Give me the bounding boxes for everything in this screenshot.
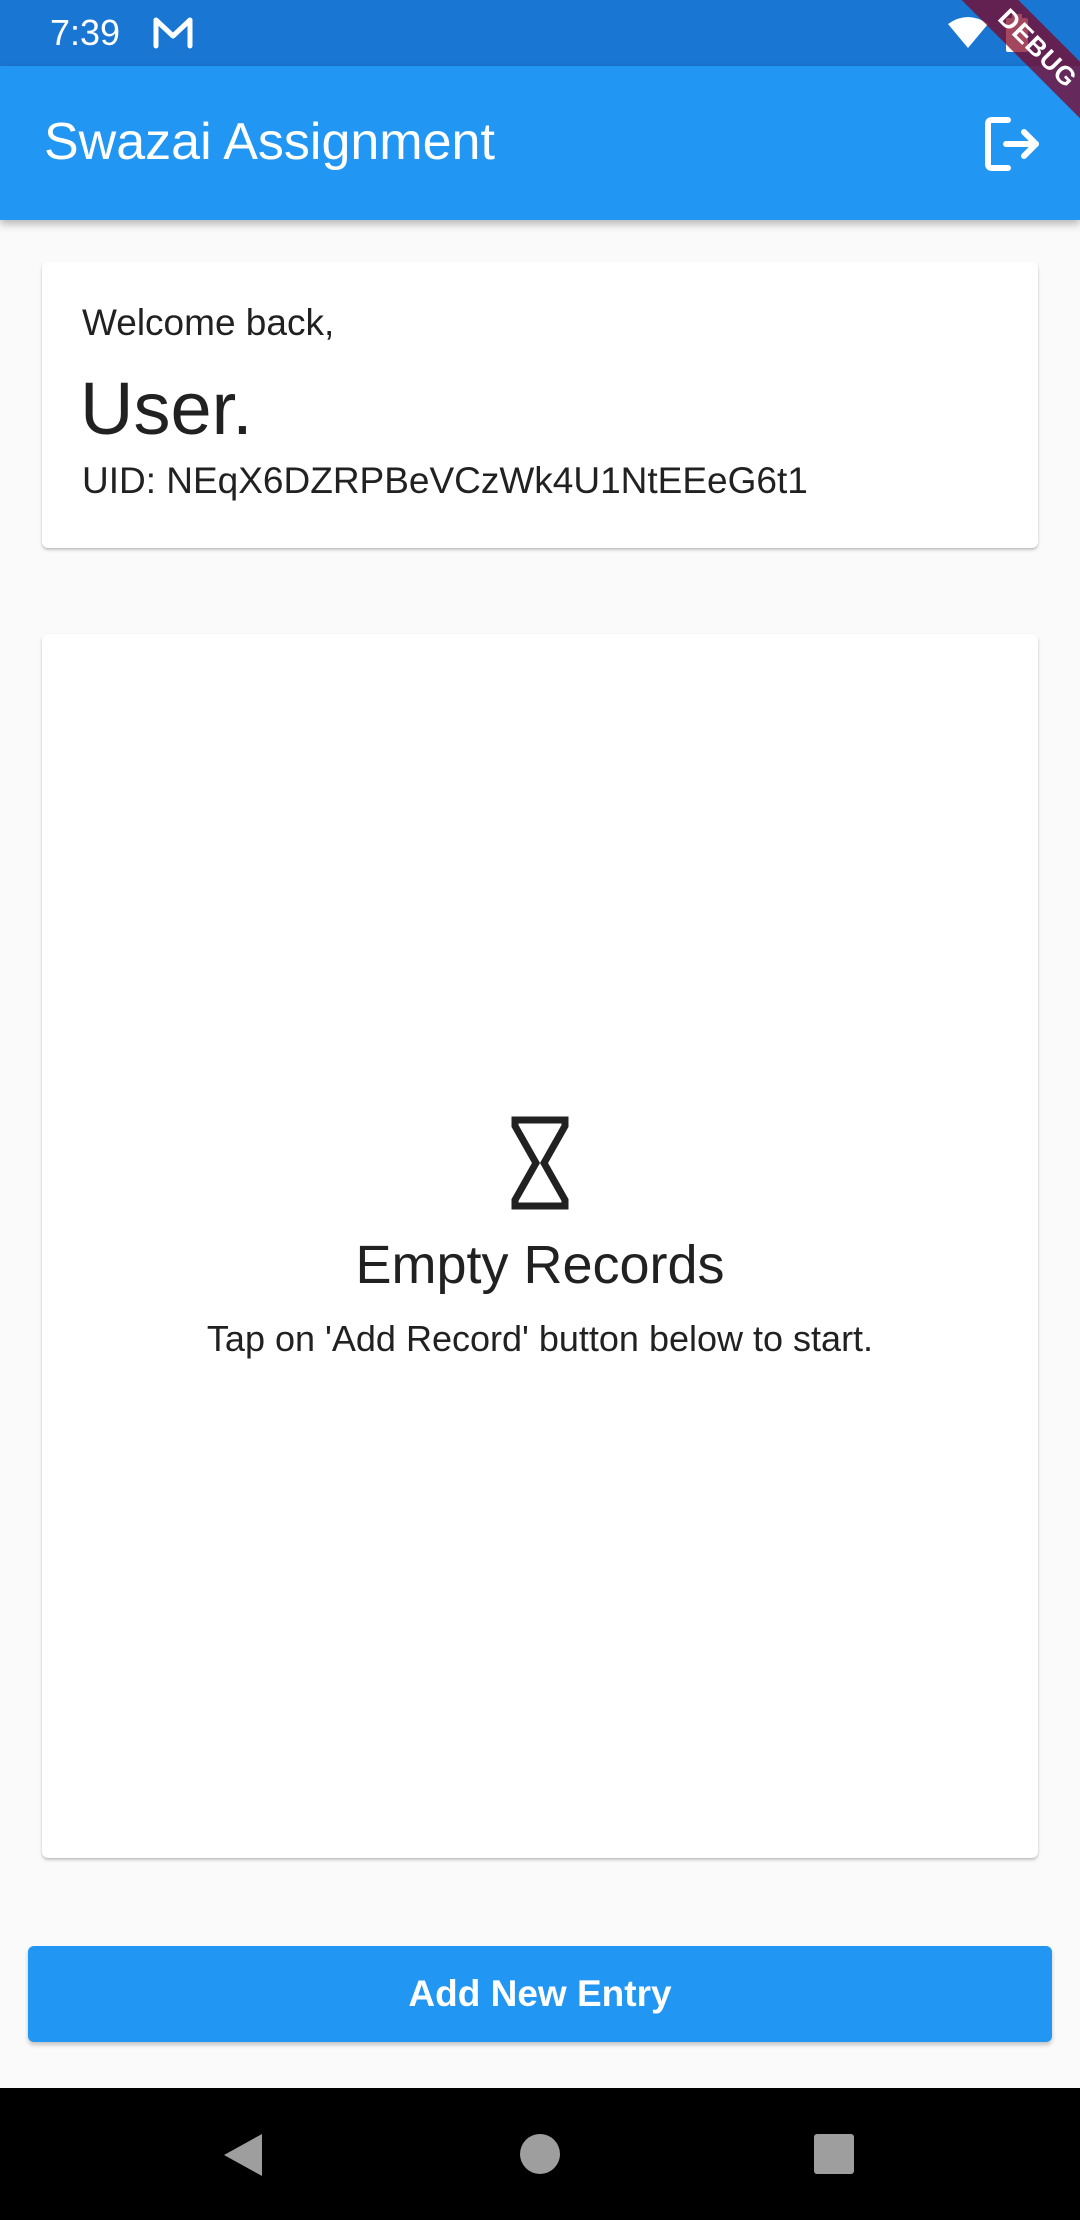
add-new-entry-button[interactable]: Add New Entry bbox=[28, 1946, 1052, 2042]
home-icon[interactable] bbox=[520, 2134, 560, 2174]
welcome-card: Welcome back, User. UID: NEqX6DZRPBeVCzW… bbox=[42, 262, 1038, 548]
empty-state: Empty Records Tap on 'Add Record' button… bbox=[42, 1116, 1038, 1362]
empty-records-title: Empty Records bbox=[355, 1235, 725, 1295]
mail-icon bbox=[153, 17, 193, 49]
recents-icon[interactable] bbox=[814, 2134, 854, 2174]
records-card: Empty Records Tap on 'Add Record' button… bbox=[42, 634, 1038, 1858]
app-title: Swazai Assignment bbox=[44, 113, 495, 171]
app-bar: Swazai Assignment bbox=[0, 66, 1080, 220]
navigation-bar bbox=[0, 2088, 1080, 2220]
status-bar: 7:39 bbox=[0, 0, 1080, 66]
logout-icon bbox=[985, 117, 1039, 171]
welcome-greeting: Welcome back, bbox=[82, 302, 335, 343]
back-icon[interactable] bbox=[222, 2132, 264, 2178]
status-time: 7:39 bbox=[50, 12, 121, 53]
empty-records-message: Tap on 'Add Record' button below to star… bbox=[206, 1318, 874, 1359]
hourglass-icon bbox=[511, 1116, 569, 1210]
logout-button[interactable] bbox=[980, 112, 1044, 176]
user-name: User. bbox=[80, 367, 253, 450]
user-uid: UID: NEqX6DZRPBeVCzWk4U1NtEEeG6t1 bbox=[82, 460, 808, 501]
